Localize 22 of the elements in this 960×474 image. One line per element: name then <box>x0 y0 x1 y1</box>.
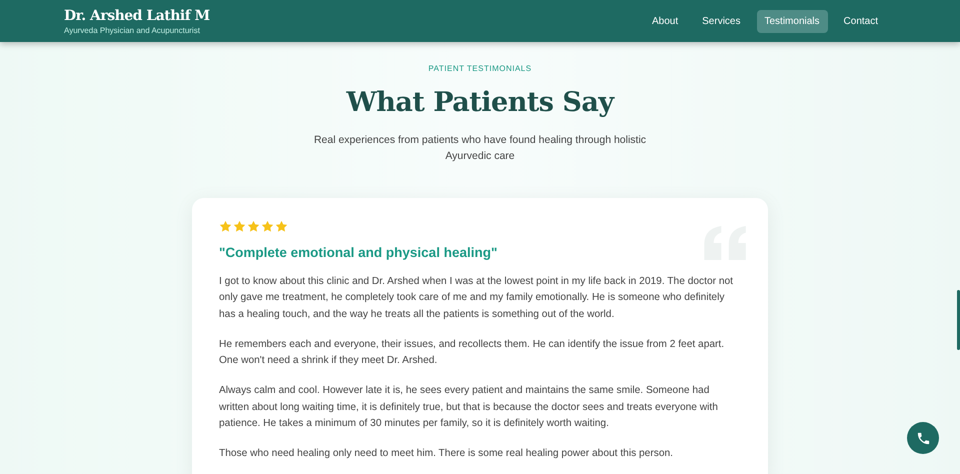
site-title[interactable]: Dr. Arshed Lathif M <box>64 8 210 24</box>
testimonial-headline: "Complete emotional and physical healing" <box>219 245 498 260</box>
nav-link[interactable]: Services <box>694 10 748 32</box>
star-icon <box>233 220 246 233</box>
phone-icon <box>916 430 930 446</box>
testimonial-text: I got to know about this clinic and Dr. Arshed when I was at the lowest point in my life back in 2019. The doctor not only gave me treatment, he completely took care of me and my family emotionally. He is someone who definitely has a healing touch, and the way he treats all the patients is something out of the world. <box>219 275 734 322</box>
nav-link[interactable]: About <box>644 10 686 32</box>
testimonial-text: Always calm and cool. However late it is, he sees every patient and maintains the same smile. Someone had written about long waiting time, it is definitely true, but that is because the doctor sees and treats everyone with patience. He takes a minimum of 30 minutes per family, so it is definitely worth waiting. <box>219 384 719 432</box>
star-icon <box>219 220 232 233</box>
nav-link[interactable]: Testimonials <box>756 10 828 32</box>
nav-link[interactable]: Contact <box>836 10 886 32</box>
star-icon <box>261 220 274 233</box>
section-title: What Patients Say <box>346 87 614 118</box>
scrollbar[interactable] <box>957 290 960 350</box>
section-intro: Real experiences from patients who have found healing through holistic Ayurvedic care <box>312 133 648 164</box>
testimonial-text: He remembers each and everyone, their issues, and recollects them. He can identify the issue from 2 feet apart. One won't need a shrink if they meet Dr. Arshed. <box>219 338 726 368</box>
star-icon <box>275 220 288 233</box>
phone-button[interactable] <box>907 422 939 454</box>
testimonial-text: Those who need healing only need to meet him. There is some real healing power about this person. <box>219 447 674 462</box>
section-eyebrow: PATIENT TESTIMONIALS <box>428 64 532 73</box>
site-subtitle: Ayurveda Physician and Acupuncturist <box>64 26 201 34</box>
star-icon <box>247 220 260 233</box>
